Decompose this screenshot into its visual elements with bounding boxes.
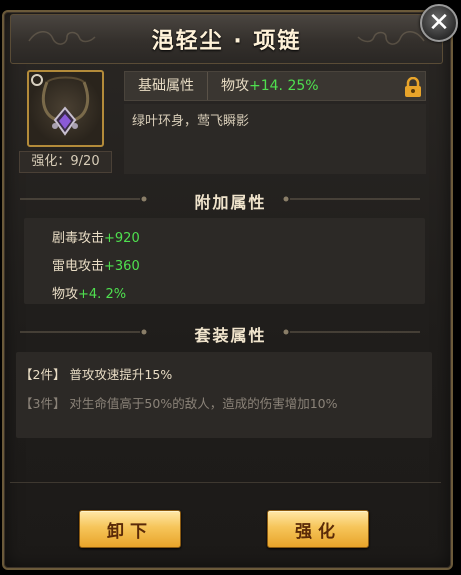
strengthen-level: 强化：9/20 xyxy=(19,151,112,173)
extra-attr-name: 雷电攻击 xyxy=(52,259,105,274)
set-bonus-row: 【2件】 普攻攻速提升15% xyxy=(20,367,173,382)
extra-attr-name: 剧毒攻击 xyxy=(52,231,105,246)
title-bar: 浥轻尘 · 项链 xyxy=(10,14,443,64)
extra-attr-row: 物攻+4. 2% xyxy=(52,283,126,302)
extra-attr-row: 雷电攻击+360 xyxy=(52,255,140,274)
base-attribute-label: 基础属性 xyxy=(125,72,208,100)
extra-attr-value: +920 xyxy=(104,231,140,246)
section-divider-right xyxy=(283,196,420,202)
close-icon[interactable]: ✕ xyxy=(428,10,450,36)
footer-divider xyxy=(10,482,441,483)
strengthen-button[interactable]: 强化 xyxy=(267,510,369,548)
base-attribute-stat: 物攻+14. 25% xyxy=(221,72,319,100)
set-attributes-box: 【2件】 普攻攻速提升15% 【3件】 对生命值高于50%的敌人，造成的伤害增加… xyxy=(16,352,432,438)
item-slot[interactable] xyxy=(27,70,104,147)
extra-attr-name: 物攻 xyxy=(52,287,79,302)
base-attribute-bar: 基础属性 物攻+14. 25% xyxy=(124,71,426,101)
close-button[interactable]: ✕ xyxy=(420,4,458,42)
item-description-box: 绿叶环身，莺飞瞬影 xyxy=(124,104,426,174)
unequip-button[interactable]: 卸下 xyxy=(79,510,181,548)
extra-attributes-box: 剧毒攻击+920 雷电攻击+360 物攻+4. 2% xyxy=(24,218,425,304)
extra-attr-row: 剧毒攻击+920 xyxy=(52,227,140,246)
cloud-ornament-right xyxy=(357,31,425,45)
section-divider-right xyxy=(283,329,420,335)
item-description: 绿叶环身，莺飞瞬影 xyxy=(132,114,250,129)
slot-badge-icon xyxy=(31,74,43,86)
extra-attr-value: +360 xyxy=(104,259,140,274)
set-bonus-row: 【3件】 对生命值高于50%的敌人，造成的伤害增加10% xyxy=(20,396,338,411)
extra-attr-value: +4. 2% xyxy=(78,287,127,302)
lock-icon[interactable] xyxy=(404,77,422,97)
base-stat-value: +14. 25% xyxy=(249,78,319,94)
base-stat-name: 物攻 xyxy=(221,78,249,94)
